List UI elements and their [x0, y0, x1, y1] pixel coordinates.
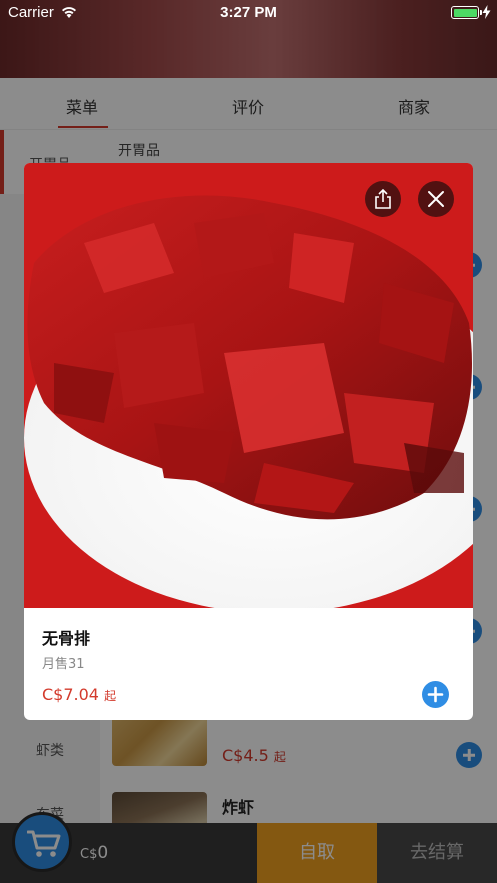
dish-price: C$7.04 起: [42, 685, 117, 704]
close-icon: [428, 191, 444, 207]
close-button[interactable]: [418, 181, 454, 217]
dish-name: 无骨排: [42, 629, 91, 648]
monthly-sales: 月售31: [42, 657, 85, 672]
battery-icon: [451, 6, 482, 19]
dish-detail-modal: 无骨排 月售31 C$7.04 起: [24, 163, 473, 720]
dish-photo: [24, 163, 473, 608]
charging-icon: [482, 5, 491, 19]
clock: 3:27 PM: [220, 4, 277, 21]
status-bar: Carrier 3:27 PM: [0, 0, 497, 26]
share-button[interactable]: [365, 181, 401, 217]
add-to-cart-button[interactable]: [422, 681, 449, 708]
share-icon: [375, 189, 391, 209]
